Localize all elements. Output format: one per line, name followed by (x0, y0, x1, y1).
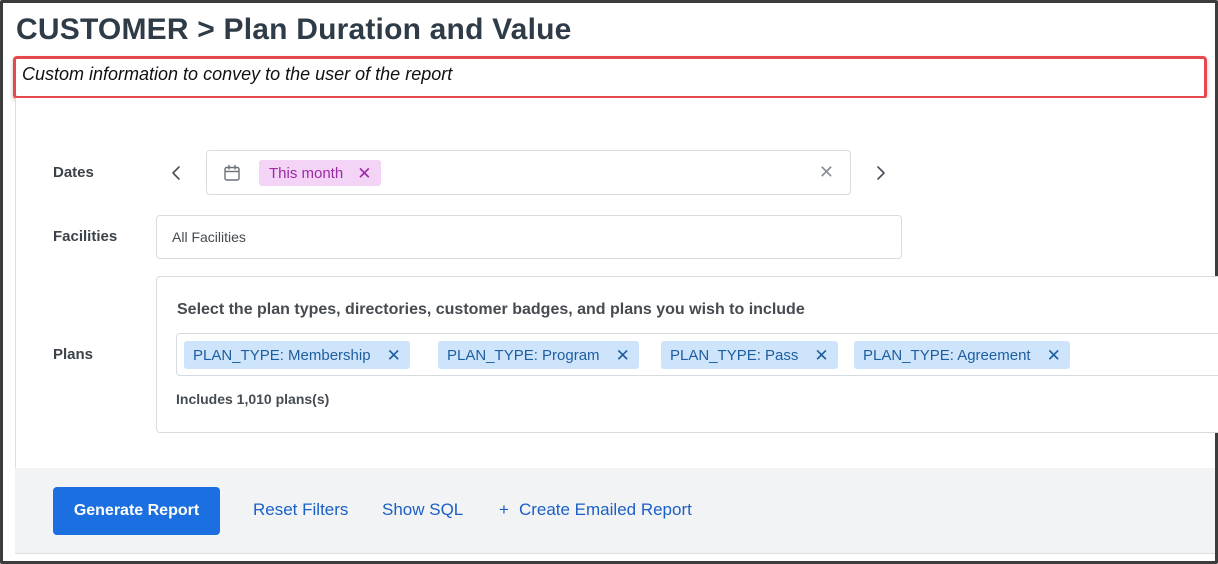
remove-chip-icon[interactable]: ✕ (387, 347, 401, 364)
reset-filters-button[interactable]: Reset Filters (253, 500, 348, 520)
create-emailed-report-label: Create Emailed Report (518, 500, 692, 519)
remove-chip-icon[interactable]: ✕ (814, 347, 828, 364)
custom-info-text: Custom information to convey to the user… (22, 64, 453, 84)
chevron-right-icon[interactable] (869, 161, 893, 185)
remove-chip-icon[interactable]: ✕ (616, 347, 630, 364)
plans-count: Includes 1,010 plans(s) (176, 391, 330, 407)
plans-multiselect[interactable]: PLAN_TYPE: Membership ✕ PLAN_TYPE: Progr… (176, 333, 1218, 376)
plans-panel: Select the plan types, directories, cust… (156, 276, 1218, 433)
date-chip-label: This month (269, 164, 344, 182)
plan-chip-label: PLAN_TYPE: Pass (670, 346, 799, 364)
create-emailed-report-button[interactable]: + Create Emailed Report (499, 500, 692, 520)
remove-chip-icon[interactable]: ✕ (1047, 347, 1061, 364)
dates-label: Dates (53, 164, 94, 181)
plan-chip-label: PLAN_TYPE: Program (447, 346, 600, 364)
remove-chip-icon[interactable]: ✕ (357, 165, 371, 182)
facilities-value: All Facilities (172, 229, 246, 245)
chevron-left-icon[interactable] (164, 161, 188, 185)
plan-chip-label: PLAN_TYPE: Agreement (863, 346, 1031, 364)
show-sql-button[interactable]: Show SQL (382, 500, 463, 520)
custom-info-box: Custom information to convey to the user… (13, 56, 1207, 99)
facilities-select[interactable]: All Facilities (156, 215, 902, 259)
facilities-label: Facilities (53, 228, 118, 245)
plus-icon: + (499, 500, 509, 519)
plan-chip-agreement: PLAN_TYPE: Agreement ✕ (854, 341, 1070, 369)
plans-prompt: Select the plan types, directories, cust… (177, 301, 805, 318)
calendar-icon (224, 164, 240, 181)
date-chip-this-month: This month ✕ (259, 160, 382, 186)
page-title: CUSTOMER > Plan Duration and Value (16, 13, 572, 46)
plans-label: Plans (53, 346, 94, 363)
generate-report-button[interactable]: Generate Report (53, 487, 220, 535)
clear-dates-icon[interactable]: ✕ (819, 163, 834, 181)
action-bar: Generate Report Reset Filters Show SQL +… (15, 468, 1215, 554)
date-range-picker[interactable]: This month ✕ ✕ (206, 150, 851, 195)
plan-chip-program: PLAN_TYPE: Program ✕ (438, 341, 639, 369)
plan-chip-membership: PLAN_TYPE: Membership ✕ (184, 341, 410, 369)
plan-chip-pass: PLAN_TYPE: Pass ✕ (661, 341, 838, 369)
plan-chip-label: PLAN_TYPE: Membership (193, 346, 371, 364)
